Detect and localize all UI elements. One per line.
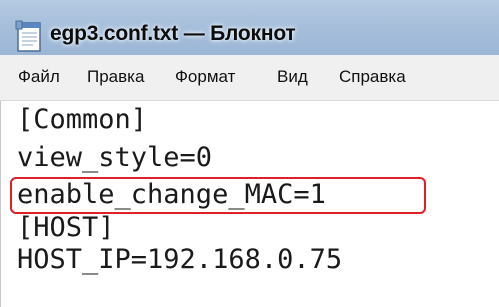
editor-line: [HOST] [17, 212, 115, 243]
editor-line: view_style=0 [17, 142, 213, 173]
highlight-annotation-box [10, 177, 426, 214]
editor-line: [Common] [17, 104, 148, 135]
notepad-window: egp3.conf.txt — Блокнот Файл Правка Форм… [0, 0, 499, 307]
menu-edit[interactable]: Правка [87, 67, 144, 87]
menu-help[interactable]: Справка [339, 67, 406, 87]
notepad-icon [15, 20, 41, 52]
menu-file[interactable]: Файл [18, 67, 60, 87]
menu-format[interactable]: Формат [175, 67, 235, 87]
menu-bar: Файл Правка Формат Вид Справка [0, 55, 499, 101]
window-title: egp3.conf.txt — Блокнот [50, 22, 296, 45]
menu-view[interactable]: Вид [277, 67, 308, 87]
editor-line: HOST_IP=192.168.0.75 [17, 244, 343, 275]
title-bar[interactable]: egp3.conf.txt — Блокнот [0, 0, 499, 55]
